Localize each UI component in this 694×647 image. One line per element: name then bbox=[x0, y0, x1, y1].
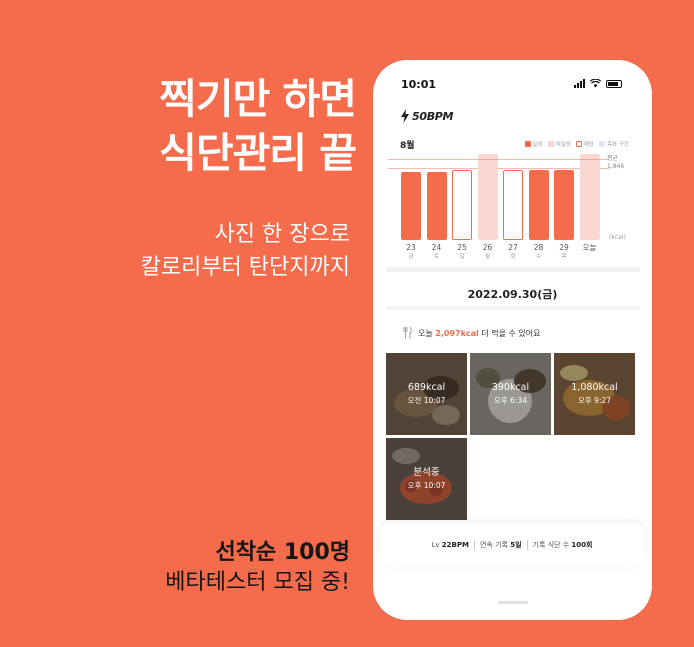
meal-time: 오후 6:34 bbox=[493, 396, 528, 405]
meal-kcal: 390kcal bbox=[491, 382, 530, 393]
legend-label: 미달성 bbox=[555, 142, 571, 148]
average-label-title: 평균 bbox=[607, 154, 619, 162]
calorie-chart: 평균 1,846 (kcal) 23 금 24 토 25 일 26 월 27 화 28 수 29 목 오늘 bbox=[387, 153, 639, 272]
chart-x-weekday: 월 bbox=[484, 254, 491, 260]
chart-x-day: 29 bbox=[559, 243, 569, 252]
legend-item: 목표 구간 bbox=[599, 140, 629, 148]
promo-bold: 선착순 100명 bbox=[215, 540, 350, 565]
meal-tile[interactable]: 689kcal 오전 10:07 bbox=[386, 353, 467, 435]
chart-x-day: 26 bbox=[482, 243, 493, 252]
status-time: 10:01 bbox=[401, 78, 437, 91]
chart-x-day: 24 bbox=[431, 243, 442, 252]
target-line bbox=[387, 158, 609, 160]
meal-time: 오후 10:07 bbox=[407, 481, 446, 490]
average-line bbox=[387, 167, 609, 169]
meal-kcal: 1,080kcal bbox=[571, 382, 618, 393]
remaining-calories: 오늘 2,097kcal 더 먹을 수 있어요 bbox=[386, 318, 634, 348]
meal-kcal: 분석중 bbox=[413, 467, 440, 478]
legend-swatch bbox=[599, 141, 605, 147]
section-divider bbox=[386, 306, 640, 310]
average-label-value: 1,846 bbox=[607, 162, 625, 170]
streak-stat: 연속 기록 5일 bbox=[479, 541, 522, 549]
legend-swatch bbox=[575, 141, 582, 147]
app-logo-text: 50BPM bbox=[412, 109, 454, 123]
meal-time: 오전 10:07 bbox=[407, 396, 446, 405]
level-stat: Lv 22BPM bbox=[431, 541, 469, 549]
chart-x-weekday: 토 bbox=[433, 254, 440, 260]
status-icons bbox=[574, 79, 622, 88]
legend-label: 예상 bbox=[583, 142, 594, 148]
stat-divider bbox=[526, 540, 528, 550]
legend-swatch bbox=[524, 141, 531, 147]
chart-bar[interactable] bbox=[477, 153, 498, 240]
chart-x-day: 27 bbox=[508, 243, 518, 252]
legend-item: 예상 bbox=[575, 140, 594, 148]
legend-item: 달성 bbox=[524, 140, 543, 148]
chart-x-day: 25 bbox=[457, 243, 467, 252]
meal-tile[interactable]: 390kcal 오후 6:34 bbox=[470, 353, 551, 435]
meal-time: 오후 9:27 bbox=[577, 396, 612, 405]
chart-x-weekday: 일 bbox=[459, 254, 465, 260]
stat-divider bbox=[473, 540, 475, 550]
headline-line-1: 찍기만 하면 bbox=[159, 75, 357, 123]
subline-line-1: 사진 한 장으로 bbox=[214, 222, 350, 247]
chart-x-label: 25 일 bbox=[452, 243, 472, 261]
utensils-icon bbox=[403, 327, 412, 339]
chart-x-weekday: 금 bbox=[408, 254, 414, 260]
legend-swatch bbox=[547, 141, 554, 147]
battery-icon bbox=[606, 79, 622, 88]
phone-mockup: 10:01 50BPM 8월 달성 미달성 예상 목표 구간 평균 1,846 (kc… bbox=[373, 60, 652, 620]
chart-bar[interactable] bbox=[401, 171, 421, 240]
signal-icon bbox=[574, 79, 585, 88]
chart-x-label: 26 월 bbox=[478, 243, 498, 261]
chart-month[interactable]: 8월 bbox=[400, 138, 415, 151]
meal-tile[interactable]: 1,080kcal 오후 9:27 bbox=[554, 353, 635, 435]
subline: 사진 한 장으로 칼로리부터 탄단지까지 bbox=[141, 218, 350, 284]
remaining-kcal: 2,097kcal bbox=[435, 328, 479, 338]
chart-bar[interactable] bbox=[528, 169, 549, 240]
legend-label: 목표 구간 bbox=[607, 142, 629, 148]
legend-item: 미달성 bbox=[547, 140, 571, 148]
chart-x-day: 23 bbox=[406, 243, 416, 252]
chart-x-label: 27 화 bbox=[503, 243, 523, 261]
headline-line-2: 식단관리 끝 bbox=[159, 129, 357, 177]
chart-bar[interactable] bbox=[426, 171, 447, 240]
section-divider bbox=[386, 267, 640, 272]
chart-x-day: 28 bbox=[533, 243, 544, 252]
headline: 찍기만 하면 식단관리 끝 bbox=[159, 72, 357, 180]
wifi-icon bbox=[590, 79, 601, 88]
chart-x-label: 29 목 bbox=[554, 243, 574, 261]
promo-text: 베타테스터 모집 중! bbox=[165, 570, 350, 595]
stats-bar: Lv 22BPM 연속 기록 5일 기록 식단 수 100회 bbox=[379, 523, 645, 567]
chart-x-label: 오늘 bbox=[580, 243, 600, 253]
subline-line-2: 칼로리부터 탄단지까지 bbox=[140, 255, 350, 280]
selected-date[interactable]: 2022.09.30(금) bbox=[373, 286, 652, 302]
remaining-text: 오늘 2,097kcal 더 먹을 수 있어요 bbox=[418, 328, 541, 338]
chart-x-weekday: 목 bbox=[561, 254, 567, 260]
home-indicator bbox=[498, 601, 528, 604]
status-bar: 10:01 bbox=[373, 60, 652, 100]
meal-tile[interactable]: 분석중 오후 10:07 bbox=[386, 438, 467, 520]
chart-bar[interactable] bbox=[579, 153, 600, 240]
chart-x-label: 24 토 bbox=[427, 243, 447, 261]
legend-label: 달성 bbox=[532, 142, 543, 148]
chart-x-weekday: 화 bbox=[510, 254, 516, 260]
chart-x-label: 23 금 bbox=[401, 243, 421, 261]
bolt-icon bbox=[401, 109, 409, 123]
chart-unit: (kcal) bbox=[609, 234, 626, 241]
chart-x-label: 28 수 bbox=[529, 243, 549, 261]
chart-x-day: 오늘 bbox=[582, 243, 597, 252]
meal-kcal: 689kcal bbox=[407, 382, 446, 393]
promo: 선착순 100명 베타테스터 모집 중! bbox=[165, 538, 350, 598]
average-label: 평균 1,846 bbox=[607, 155, 624, 171]
chart-legend: 달성 미달성 예상 목표 구간 bbox=[524, 140, 629, 148]
meal-count-stat: 기록 식단 수 100회 bbox=[532, 541, 593, 549]
chart-bar[interactable] bbox=[503, 169, 523, 240]
chart-bar[interactable] bbox=[554, 169, 574, 240]
chart-x-weekday: 수 bbox=[535, 254, 542, 260]
chart-bar[interactable] bbox=[452, 169, 472, 240]
app-logo[interactable]: 50BPM bbox=[400, 109, 454, 123]
